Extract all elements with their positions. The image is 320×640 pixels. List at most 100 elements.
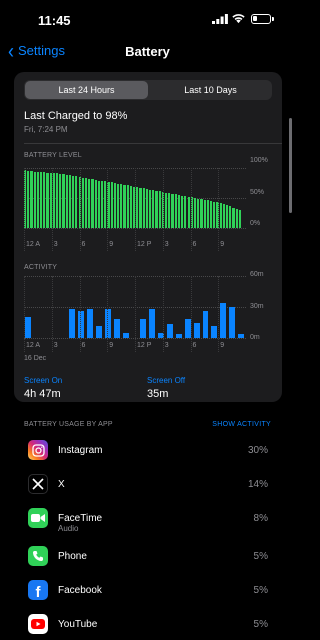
vertical-gridline bbox=[135, 276, 136, 352]
vertical-gridline bbox=[190, 168, 192, 251]
activity-label: ACTIVITY bbox=[24, 264, 58, 271]
app-row-phone[interactable]: Phone 5% bbox=[28, 546, 268, 576]
battery-level-bar bbox=[40, 172, 43, 228]
battery-level-bar bbox=[62, 174, 65, 228]
battery-level-bar bbox=[197, 198, 200, 228]
y-tick-label: 0m bbox=[250, 334, 260, 341]
cellular-signal-icon bbox=[212, 14, 228, 24]
x-tick-label: 12 P bbox=[137, 342, 152, 349]
y-tick-label: 30m bbox=[250, 303, 264, 310]
app-name: Facebook bbox=[58, 585, 102, 596]
last-charged-title: Last Charged to 98% bbox=[24, 110, 128, 122]
app-percentage: 5% bbox=[253, 551, 268, 562]
battery-level-bar bbox=[152, 190, 155, 228]
activity-bar bbox=[238, 333, 244, 338]
x-tick-label: 3 bbox=[53, 342, 58, 349]
scroll-indicator[interactable] bbox=[289, 118, 292, 213]
y-tick-label: 50% bbox=[250, 189, 265, 196]
screen-off-label: Screen Off bbox=[147, 376, 186, 385]
battery-level-bar bbox=[177, 195, 181, 228]
x-tick-label: 12 A bbox=[26, 241, 41, 248]
status-bar: 11:45 bbox=[0, 0, 295, 40]
battery-level-bar bbox=[97, 180, 100, 228]
x-tick-label: 3 bbox=[53, 241, 58, 248]
battery-level-bar bbox=[81, 177, 84, 228]
battery-level-bar bbox=[225, 205, 229, 228]
battery-level-bar bbox=[238, 210, 241, 228]
battery-level-bar bbox=[30, 171, 33, 228]
battery-level-bar bbox=[27, 171, 30, 228]
app-row-x[interactable]: X 14% bbox=[28, 474, 268, 504]
app-percentage: 8% bbox=[253, 513, 268, 524]
battery-level-bar bbox=[46, 172, 49, 228]
wifi-icon bbox=[232, 14, 245, 24]
phone-icon bbox=[28, 546, 48, 566]
x-tick-label: 3 bbox=[164, 342, 169, 349]
app-row-instagram[interactable]: Instagram 30% bbox=[28, 440, 268, 470]
divider bbox=[24, 143, 282, 144]
app-subtitle: Audio bbox=[58, 524, 79, 533]
battery-level-bar bbox=[65, 174, 68, 228]
battery-level-bar bbox=[184, 196, 187, 228]
app-name: Phone bbox=[58, 551, 87, 562]
activity-bar bbox=[87, 309, 94, 338]
battery-level-bar bbox=[235, 208, 238, 228]
x-tick-label: 3 bbox=[164, 241, 169, 248]
vertical-gridline bbox=[24, 276, 25, 352]
battery-level-bar bbox=[75, 176, 78, 228]
app-percentage: 5% bbox=[253, 619, 268, 630]
app-percentage: 5% bbox=[253, 585, 268, 596]
vertical-gridline bbox=[24, 168, 25, 251]
battery-level-bar bbox=[181, 195, 184, 228]
app-row-youtube[interactable]: YouTube 5% bbox=[28, 614, 268, 640]
battery-level-bar bbox=[165, 192, 168, 228]
facetime-icon bbox=[28, 508, 48, 528]
app-name: X bbox=[58, 479, 65, 490]
x-tick-label: 9 bbox=[220, 342, 225, 349]
battery-level-bar bbox=[43, 172, 46, 228]
battery-level-bar bbox=[56, 173, 59, 228]
vertical-gridline bbox=[162, 276, 164, 352]
show-activity-button[interactable]: SHOW ACTIVITY bbox=[212, 421, 271, 428]
battery-level-bar bbox=[213, 201, 216, 228]
instagram-icon bbox=[28, 440, 48, 460]
battery-level-bar bbox=[174, 194, 177, 228]
segment-last-10-days[interactable]: Last 10 Days bbox=[149, 80, 272, 100]
activity-bar bbox=[140, 319, 147, 338]
x-icon bbox=[28, 474, 48, 494]
battery-card: Last 24 Hours Last 10 Days Last Charged … bbox=[14, 72, 282, 402]
battery-level-bar bbox=[149, 189, 152, 228]
battery-level-bar bbox=[91, 179, 94, 228]
battery-level-bar bbox=[104, 181, 107, 228]
activity-bar bbox=[69, 309, 76, 338]
battery-level-bar bbox=[120, 184, 123, 228]
battery-level-bar bbox=[232, 207, 235, 228]
segment-last-24-hours[interactable]: Last 24 Hours bbox=[25, 81, 148, 99]
activity-date-label: 16 Dec bbox=[24, 355, 47, 362]
activity-bar bbox=[202, 311, 209, 338]
vertical-gridline bbox=[190, 276, 192, 352]
battery-level-label: BATTERY LEVEL bbox=[24, 152, 82, 159]
battery-level-bar bbox=[219, 203, 222, 228]
x-tick-label: 9 bbox=[109, 342, 114, 349]
app-row-facebook[interactable]: f Facebook 5% bbox=[28, 580, 268, 610]
battery-level-bar bbox=[142, 188, 145, 228]
activity-bar bbox=[122, 332, 129, 338]
youtube-icon bbox=[28, 614, 48, 634]
battery-level-bar bbox=[88, 178, 91, 228]
battery-level-bar bbox=[100, 181, 104, 228]
battery-level-bar bbox=[200, 199, 203, 228]
battery-level-bar bbox=[113, 183, 116, 228]
battery-level-bar bbox=[52, 173, 56, 228]
battery-usage-by-app-label: BATTERY USAGE BY APP bbox=[24, 421, 113, 428]
battery-level-bar bbox=[209, 201, 213, 228]
app-row-facetime[interactable]: FaceTime Audio 8% bbox=[28, 508, 268, 538]
last-charged-time: Fri, 7:24 PM bbox=[24, 125, 68, 134]
battery-level-bar bbox=[187, 196, 190, 228]
battery-level-bar bbox=[168, 193, 171, 228]
battery-level-bar bbox=[126, 185, 129, 228]
activity-bar bbox=[113, 319, 120, 338]
app-name: YouTube bbox=[58, 619, 98, 630]
activity-bar bbox=[211, 325, 218, 338]
app-name: FaceTime bbox=[58, 513, 103, 524]
